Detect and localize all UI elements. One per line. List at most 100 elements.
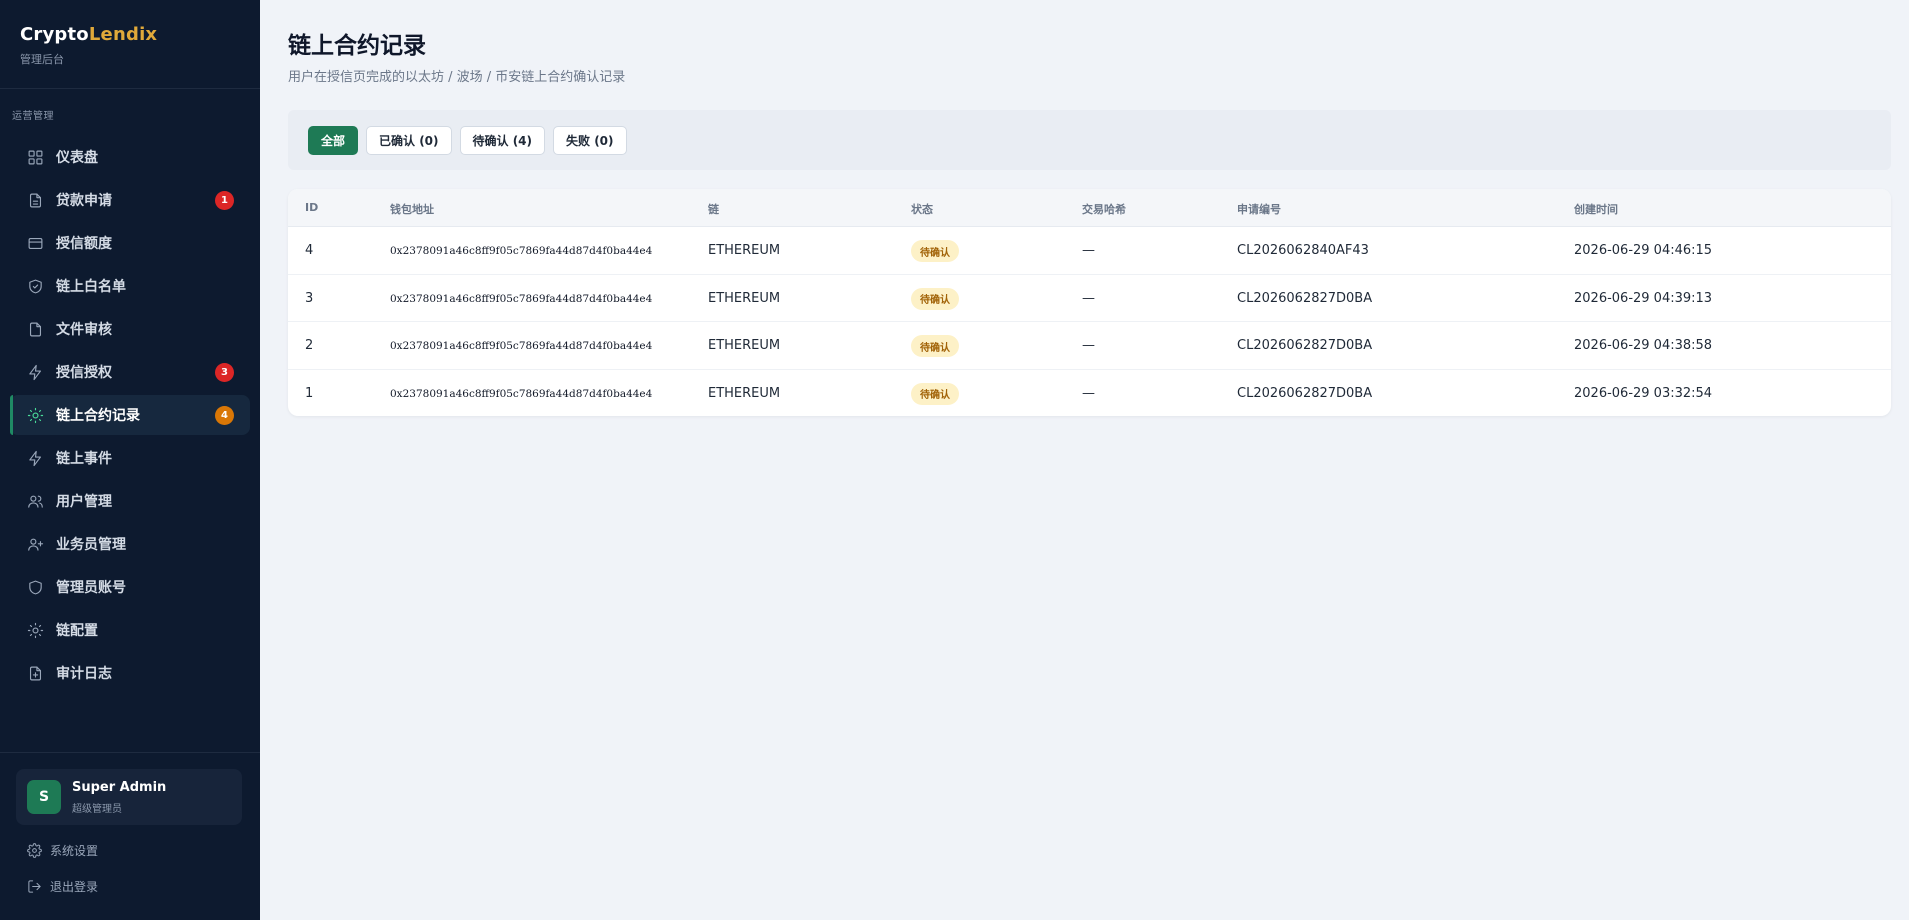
filter-all-button[interactable]: 全部 xyxy=(308,125,359,155)
file-icon xyxy=(26,320,44,338)
cell-chain: ETHEREUM xyxy=(708,290,781,306)
divider xyxy=(0,752,260,753)
count-badge: 1 xyxy=(215,191,234,210)
status-badge: 待确认 xyxy=(911,382,959,405)
table-row[interactable]: 4 0x2378091a46c8ff9f05c7869fa44d87d4f0ba… xyxy=(288,227,1891,275)
sidebar-item-label: 链配置 xyxy=(56,623,98,639)
cell-id: 4 xyxy=(305,243,314,258)
status-badge: 待确认 xyxy=(911,240,959,262)
sidebar-item-credit-limit[interactable]: 授信额度 xyxy=(10,223,250,263)
document-icon xyxy=(26,191,44,209)
sidebar-item-whitelist[interactable]: 链上白名单 xyxy=(10,266,250,306)
column-header-created-at[interactable]: 创建时间 xyxy=(1574,201,1618,217)
bolt-icon xyxy=(26,363,44,381)
sidebar-item-label: 业务员管理 xyxy=(56,537,126,553)
user-role: 超级管理员 xyxy=(72,803,122,815)
cell-wallet-address: 0x2378091a46c8ff9f05c7869fa44d87d4f0ba44… xyxy=(390,245,653,257)
users-icon xyxy=(26,492,44,510)
divider xyxy=(0,88,260,89)
column-header-wallet[interactable]: 钱包地址 xyxy=(390,201,434,217)
column-header-status[interactable]: 状态 xyxy=(911,201,933,217)
brand-logo-text[interactable]: CryptoLendix xyxy=(20,24,157,45)
cell-chain: ETHEREUM xyxy=(708,338,781,353)
cell-created-at: 2026-06-29 04:38:58 xyxy=(1574,338,1713,353)
sidebar-item-credit-authorization[interactable]: 授信授权 3 xyxy=(10,352,250,392)
user-card[interactable]: S Super Admin 超级管理员 xyxy=(16,769,242,825)
cell-created-at: 2026-06-29 04:39:13 xyxy=(1574,290,1713,306)
nav-section-label: 运营管理 xyxy=(12,111,54,122)
table-row[interactable]: 1 0x2378091a46c8ff9f05c7869fa44d87d4f0ba… xyxy=(288,370,1891,417)
user-info: Super Admin 超级管理员 xyxy=(72,780,166,815)
sidebar: CryptoLendix 管理后台 运营管理 仪表盘 贷款申请 1 授信额度 链… xyxy=(0,0,260,920)
filter-failed-button[interactable]: 失败 (0) xyxy=(553,125,627,155)
cell-tx-hash: — xyxy=(1082,338,1095,353)
sidebar-item-label: 授信额度 xyxy=(56,236,112,252)
user-plus-icon xyxy=(26,535,44,553)
file-plus-icon xyxy=(26,664,44,682)
contract-records-table: ID 钱包地址 链 状态 交易哈希 申请编号 创建时间 4 0x2378091a… xyxy=(288,189,1891,416)
main-content: 链上合约记录 用户在授信页完成的以太坊 / 波场 / 币安链上合约确认记录 全部… xyxy=(260,0,1909,920)
cell-chain: ETHEREUM xyxy=(708,243,781,258)
brand-name-part2: Lendix xyxy=(88,24,158,45)
cell-created-at: 2026-06-29 04:46:15 xyxy=(1574,243,1713,258)
cell-created-at: 2026-06-29 03:32:54 xyxy=(1574,385,1713,401)
sidebar-item-label: 授信授权 xyxy=(56,365,112,381)
filter-confirmed-button[interactable]: 已确认 (0) xyxy=(366,125,452,155)
cell-application-no: CL2026062827D0BA xyxy=(1237,338,1373,353)
sidebar-item-contract-records[interactable]: 链上合约记录 4 xyxy=(10,395,250,435)
cell-application-no: CL2026062827D0BA xyxy=(1237,385,1373,401)
cell-id: 2 xyxy=(305,338,314,353)
cell-tx-hash: — xyxy=(1082,243,1095,258)
sidebar-item-chain-events[interactable]: 链上事件 xyxy=(10,438,250,478)
cell-application-no: CL2026062840AF43 xyxy=(1237,243,1369,258)
sidebar-item-chain-config[interactable]: 链配置 xyxy=(10,610,250,650)
sidebar-item-file-review[interactable]: 文件审核 xyxy=(10,309,250,349)
table-header: ID 钱包地址 链 状态 交易哈希 申请编号 创建时间 xyxy=(288,189,1891,227)
cell-wallet-address: 0x2378091a46c8ff9f05c7869fa44d87d4f0ba44… xyxy=(390,387,653,400)
column-header-chain[interactable]: 链 xyxy=(708,201,719,217)
sidebar-item-label: 贷款申请 xyxy=(56,193,112,209)
sidebar-item-loan-applications[interactable]: 贷款申请 1 xyxy=(10,180,250,220)
column-header-id[interactable]: ID xyxy=(305,201,318,214)
cell-wallet-address: 0x2378091a46c8ff9f05c7869fa44d87d4f0ba44… xyxy=(390,292,653,305)
column-header-application-no[interactable]: 申请编号 xyxy=(1237,201,1281,217)
user-name: Super Admin xyxy=(72,779,167,795)
cell-id: 1 xyxy=(305,385,314,401)
sidebar-item-agent-management[interactable]: 业务员管理 xyxy=(10,524,250,564)
sidebar-item-user-management[interactable]: 用户管理 xyxy=(10,481,250,521)
sun-icon xyxy=(26,406,44,424)
cell-tx-hash: — xyxy=(1082,385,1095,401)
grid-icon xyxy=(26,148,44,166)
brand-subtitle: 管理后台 xyxy=(20,53,64,66)
sidebar-item-label: 审计日志 xyxy=(56,666,112,682)
bolt-icon xyxy=(26,449,44,467)
card-icon xyxy=(26,234,44,252)
table-row[interactable]: 3 0x2378091a46c8ff9f05c7869fa44d87d4f0ba… xyxy=(288,275,1891,322)
sidebar-item-label: 管理员账号 xyxy=(56,580,126,596)
column-header-tx-hash[interactable]: 交易哈希 xyxy=(1082,201,1126,217)
sidebar-item-label: 用户管理 xyxy=(56,494,112,510)
sidebar-item-audit-log[interactable]: 审计日志 xyxy=(10,653,250,693)
system-settings-link[interactable]: 系统设置 xyxy=(27,842,98,859)
status-badge: 待确认 xyxy=(911,287,959,310)
sidebar-item-label: 链上合约记录 xyxy=(56,408,140,424)
system-settings-label: 系统设置 xyxy=(50,844,99,858)
sidebar-item-admin-accounts[interactable]: 管理员账号 xyxy=(10,567,250,607)
gear-icon xyxy=(27,843,42,858)
logout-icon xyxy=(28,880,41,893)
shield-check-icon xyxy=(26,277,44,295)
filter-pending-button[interactable]: 待确认 (4) xyxy=(459,125,546,155)
status-badge: 待确认 xyxy=(911,335,959,357)
sidebar-nav: 仪表盘 贷款申请 1 授信额度 链上白名单 文件审核 授信授权 3 链上合约记录… xyxy=(10,137,250,696)
cell-chain: ETHEREUM xyxy=(708,385,781,401)
sidebar-item-dashboard[interactable]: 仪表盘 xyxy=(10,137,250,177)
count-badge: 4 xyxy=(215,406,234,425)
table-row[interactable]: 2 0x2378091a46c8ff9f05c7869fa44d87d4f0ba… xyxy=(288,322,1891,370)
avatar: S xyxy=(27,780,61,814)
count-badge: 3 xyxy=(215,363,234,382)
logout-link[interactable]: 退出登录 xyxy=(27,878,98,895)
filter-bar: 全部 已确认 (0) 待确认 (4) 失败 (0) xyxy=(288,110,1891,170)
sidebar-item-label: 链上白名单 xyxy=(56,279,126,295)
page-title: 链上合约记录 xyxy=(288,33,426,59)
cell-application-no: CL2026062827D0BA xyxy=(1237,290,1373,306)
